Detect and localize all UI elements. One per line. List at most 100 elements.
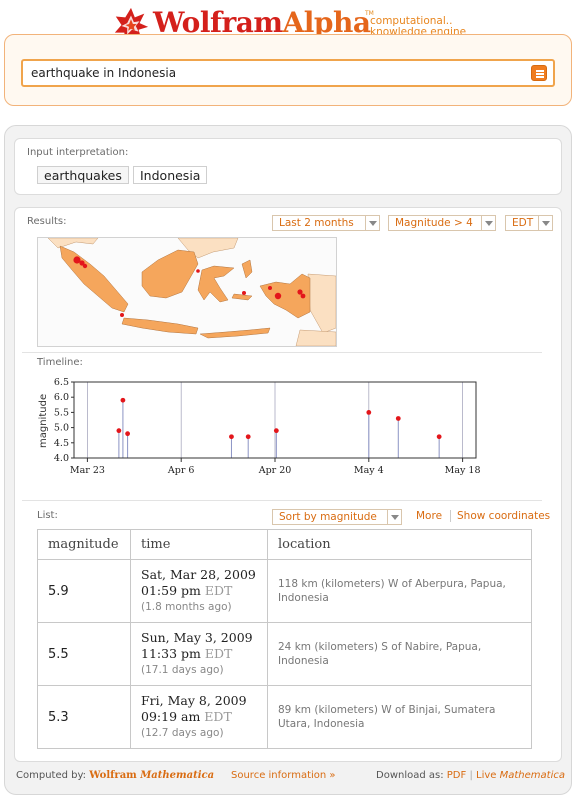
cell-time: Sun, May 3, 2009 11:33 pm EDT (17.1 days… (130, 622, 268, 686)
cell-location: 118 km (kilometers) W of Aberpura, Papua… (267, 559, 532, 623)
cell-magnitude: 5.3 (37, 685, 131, 749)
chevron-down-icon (538, 216, 552, 230)
divider (22, 352, 542, 353)
pod-title: Input interpretation: (27, 147, 129, 158)
x-tick-label: Mar 23 (70, 465, 105, 476)
timeline-x-ticks: Mar 23 Apr 6 Apr 20 May 4 May 18 (70, 458, 481, 476)
divider (22, 500, 542, 501)
table-row: 5.5 Sun, May 3, 2009 11:33 pm EDT (17.1 … (37, 622, 532, 686)
search-submit-button[interactable] (531, 65, 547, 81)
y-tick-label: 5.5 (54, 407, 69, 418)
cell-time: Fri, May 8, 2009 09:19 am EDT (12.7 days… (130, 685, 268, 749)
chip-earthquakes: earthquakes (37, 166, 129, 184)
time-zone: EDT (204, 709, 232, 724)
indonesia-map-graphic (47, 237, 337, 347)
table-row: 5.9 Sat, Mar 28, 2009 01:59 pm EDT (1.8 … (37, 559, 532, 623)
live-mathematica-link[interactable]: Live Mathematica (476, 770, 565, 781)
cell-magnitude: 5.9 (37, 559, 131, 623)
x-tick-label: Apr 20 (258, 465, 292, 476)
earthquake-table: magnitude time location 5.9 Sat, Mar 28,… (37, 529, 532, 749)
time-zone: EDT (204, 646, 233, 661)
time-date: Sun, May 3, 2009 (141, 630, 253, 645)
x-tick-label: May 18 (445, 465, 481, 476)
time-ago: (12.7 days ago) (141, 727, 224, 739)
chevron-down-icon (481, 216, 495, 230)
timeline-point (366, 410, 372, 415)
brand-mathematica: Mathematica (140, 770, 215, 781)
timeline-point (116, 428, 122, 434)
timeline-label: Timeline: (37, 357, 83, 368)
download-as-label: Download as: (376, 770, 444, 781)
column-header-location: location (267, 529, 532, 560)
timeline-chart: 4.0 4.5 5.0 5.5 6.0 6.5 Mar 23 Apr 6 Apr 20 May … (38, 377, 481, 476)
timeline-stems (118, 400, 440, 458)
y-tick-label: 4.5 (54, 438, 69, 449)
timeline-point (120, 397, 126, 403)
column-header-time: time (130, 529, 268, 560)
input-interpretation-pod: Input interpretation: earthquakes Indone… (14, 138, 562, 195)
time-zone: EDT (204, 583, 233, 598)
timeline-grid (87, 382, 464, 458)
computed-by-label: Computed by: (16, 770, 87, 781)
wolfram-mathematica-brand[interactable]: Wolfram Mathematica (89, 770, 214, 781)
more-link[interactable]: More (416, 510, 442, 522)
sort-dropdown[interactable]: Sort by magnitude (272, 509, 402, 525)
x-tick-label: May 4 (354, 465, 384, 476)
cell-magnitude: 5.5 (37, 622, 131, 686)
x-tick-label: Apr 6 (167, 465, 195, 476)
column-header-magnitude: magnitude (37, 529, 131, 560)
timeline-point (395, 416, 401, 421)
table-row: 5.3 Fri, May 8, 2009 09:19 am EDT (12.7 … (37, 685, 532, 749)
brand-wolfram: Wolfram (89, 770, 137, 781)
earthquake-map[interactable] (37, 237, 337, 347)
time-date: Sat, Mar 28, 2009 (141, 567, 256, 582)
time-date: Fri, May 8, 2009 (141, 693, 247, 708)
time-clock-value: 11:33 pm (141, 646, 201, 661)
link-separator (450, 510, 451, 522)
download-links: Download as: PDF | Live Mathematica (376, 770, 565, 781)
cell-time: Sat, Mar 28, 2009 01:59 pm EDT (1.8 mont… (130, 559, 268, 623)
time-clock-value: 01:59 pm (141, 583, 201, 598)
y-tick-label: 6.0 (54, 392, 69, 403)
timeline-points (116, 397, 442, 440)
results-label: Results: (27, 216, 67, 227)
timeline-y-axis-label: magnitude (38, 394, 49, 448)
live-text: Live (476, 770, 497, 781)
search-input[interactable]: earthquake in Indonesia (21, 59, 555, 87)
magnitude-value: Magnitude > 4 (395, 217, 473, 229)
time-clock: 11:33 pm EDT (141, 646, 257, 662)
cell-location: 89 km (kilometers) W of Binjai, Sumatera… (267, 685, 532, 749)
chevron-down-icon (387, 510, 401, 524)
time-clock-value: 09:19 am (141, 709, 201, 724)
show-coordinates-link[interactable]: Show coordinates (457, 510, 550, 522)
time-ago: (17.1 days ago) (141, 664, 224, 676)
time-clock: 09:19 am EDT (141, 709, 257, 725)
download-pdf-link[interactable]: PDF (447, 770, 466, 781)
magnitude-dropdown[interactable]: Magnitude > 4 (388, 215, 496, 231)
timeline-point (436, 434, 442, 440)
chip-indonesia: Indonesia (133, 166, 208, 184)
time-range-dropdown[interactable]: Last 2 months (272, 215, 380, 231)
link-separator: | (469, 770, 473, 781)
timezone-value: EDT (512, 217, 534, 229)
timeline-y-ticks: 4.0 4.5 5.0 5.5 6.0 6.5 (54, 377, 74, 464)
timezone-dropdown[interactable]: EDT (505, 215, 553, 231)
time-range-value: Last 2 months (279, 217, 354, 229)
table-header-row: magnitude time location (37, 529, 532, 560)
y-tick-label: 4.0 (54, 453, 69, 464)
y-tick-label: 5.0 (54, 423, 69, 434)
sort-value: Sort by magnitude (279, 511, 377, 523)
cell-location: 24 km (kilometers) S of Nabire, Papua, I… (267, 622, 532, 686)
live-mathematica-text: Mathematica (499, 770, 565, 781)
time-clock: 01:59 pm EDT (141, 583, 257, 599)
list-label: List: (37, 510, 58, 521)
timeline-point (273, 428, 279, 434)
search-area: earthquake in Indonesia (4, 34, 572, 106)
timeline-point (245, 434, 251, 440)
search-input-value[interactable]: earthquake in Indonesia (31, 66, 176, 80)
source-information-text[interactable]: Source information » (231, 770, 336, 781)
computed-by: Computed by: Wolfram Mathematica (16, 770, 214, 781)
chevron-down-icon (365, 216, 379, 230)
y-tick-label: 6.5 (54, 377, 69, 388)
source-information-link[interactable]: Source information » (231, 770, 336, 781)
